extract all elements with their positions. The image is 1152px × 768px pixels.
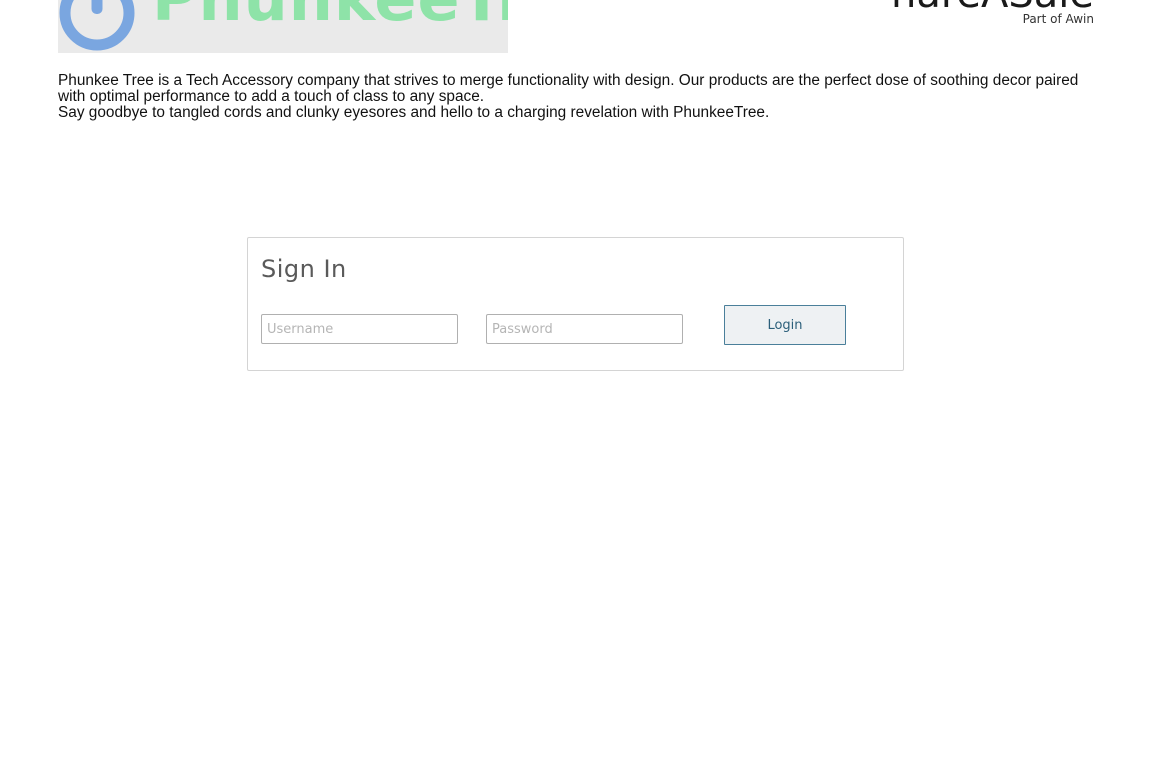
- login-button[interactable]: Login: [724, 305, 846, 345]
- power-icon: [59, 0, 135, 51]
- brand-banner[interactable]: PhunkeeTree: [58, 0, 508, 53]
- signin-title: Sign In: [261, 255, 347, 283]
- password-input[interactable]: [486, 314, 683, 344]
- username-input[interactable]: [261, 314, 458, 344]
- intro-text: Phunkee Tree is a Tech Accessory company…: [58, 73, 1098, 121]
- partner-logo[interactable]: ShareASale Part of Awin: [894, 0, 1094, 30]
- intro-paragraph: Phunkee Tree is a Tech Accessory company…: [58, 72, 1079, 105]
- brand-name: PhunkeeTree: [152, 0, 508, 30]
- partner-tagline: Part of Awin: [1022, 12, 1094, 26]
- intro-paragraph: Say goodbye to tangled cords and clunky …: [58, 104, 770, 121]
- signin-card: Sign In Login: [247, 237, 904, 371]
